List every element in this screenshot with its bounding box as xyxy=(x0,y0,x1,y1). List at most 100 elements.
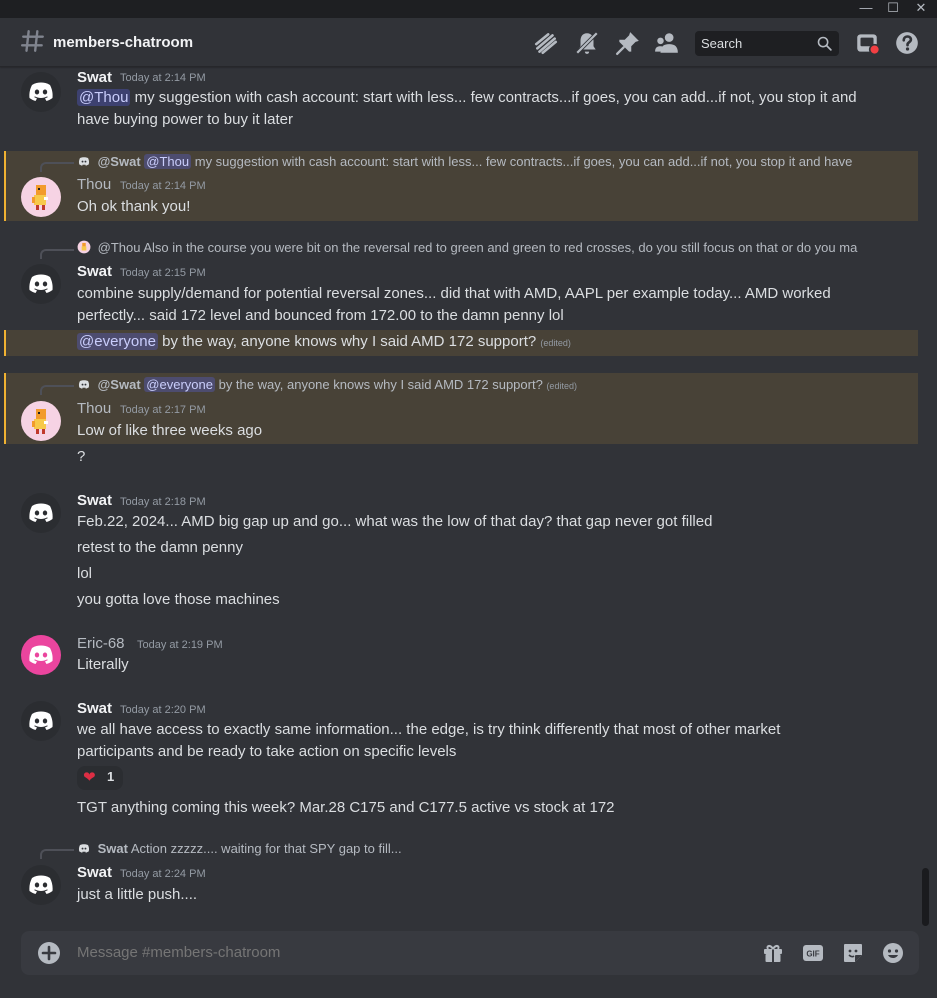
timestamp: Today at 2:24 PM xyxy=(120,868,206,880)
channel-hash-icon xyxy=(20,30,44,52)
message-text: Literally xyxy=(77,656,129,673)
timestamp: Today at 2:19 PM xyxy=(137,639,223,651)
message-text: just a little push.... xyxy=(77,886,198,903)
members-icon[interactable] xyxy=(654,30,680,56)
message-text: Oh ok thank you! xyxy=(77,198,191,215)
reply-mention[interactable]: @everyone xyxy=(144,377,215,392)
reply-mention[interactable]: @Thou xyxy=(144,154,192,169)
reply-author[interactable]: @Swat xyxy=(98,154,141,169)
window-titlebar: — ☐ ✕ xyxy=(0,0,937,18)
reply-text: by the way, anyone knows why I said AMD … xyxy=(218,377,543,392)
reply-spine xyxy=(40,849,74,859)
message-text: combine supply/demand for potential reve… xyxy=(77,285,831,302)
timestamp: Today at 2:14 PM xyxy=(120,180,206,192)
timestamp: Today at 2:18 PM xyxy=(120,496,206,508)
pin-icon[interactable] xyxy=(615,30,641,56)
reply-author[interactable]: @Thou xyxy=(98,240,141,255)
message-body: my suggestion with cash account: start w… xyxy=(134,89,857,106)
author-name[interactable]: Eric-68 xyxy=(77,635,125,652)
discord-logo-icon xyxy=(78,157,90,166)
avatar-swat[interactable] xyxy=(21,72,61,112)
reply-text: Also in the course you were bit on the r… xyxy=(143,240,858,255)
avatar-thou[interactable] xyxy=(21,401,61,441)
avatar-swat[interactable] xyxy=(21,701,61,741)
search-label: Search xyxy=(701,36,743,51)
author-name[interactable]: Swat xyxy=(77,69,112,86)
avatar-eric[interactable] xyxy=(21,635,61,675)
timestamp: Today at 2:17 PM xyxy=(120,404,206,416)
threads-icon[interactable] xyxy=(533,30,559,56)
message-text: retest to the damn penny xyxy=(77,539,243,556)
inbox-icon[interactable] xyxy=(854,30,880,56)
message-text: we all have access to exactly same infor… xyxy=(77,721,781,738)
help-icon[interactable] xyxy=(894,30,920,56)
author-name[interactable]: Swat xyxy=(77,700,112,717)
discord-logo-icon xyxy=(29,503,53,522)
edited-label: (edited) xyxy=(546,381,577,391)
discord-logo-icon xyxy=(29,82,53,101)
message-text: Low of like three weeks ago xyxy=(77,422,263,439)
search-icon xyxy=(817,36,832,51)
author-name[interactable]: Thou xyxy=(77,176,111,193)
discord-logo-icon xyxy=(29,274,53,293)
message-text: lol xyxy=(77,565,93,582)
reply-spine xyxy=(40,249,74,259)
avatar-swat[interactable] xyxy=(21,264,61,304)
scrollbar-thumb[interactable] xyxy=(922,868,929,926)
user-mention[interactable]: @Thou xyxy=(77,89,131,106)
message-text: you gotta love those machines xyxy=(77,591,280,608)
message-followup: @everyone by the way, anyone knows why I… xyxy=(77,331,877,354)
message-text-line2: perfectly... said 172 level and bounced … xyxy=(77,307,564,324)
reply-author[interactable]: Swat xyxy=(98,841,128,856)
reply-preview[interactable]: @Swat @everyone by the way, anyone knows… xyxy=(77,377,872,395)
reply-spine xyxy=(40,385,74,395)
reply-preview[interactable]: @Swat @Thou my suggestion with cash acco… xyxy=(77,154,872,172)
message-followup: ? xyxy=(77,448,86,465)
reaction-heart[interactable]: ❤ 1 xyxy=(77,766,123,790)
maximize-button[interactable]: ☐ xyxy=(882,0,904,18)
message-text-line2: have buying power to buy it later xyxy=(77,111,293,128)
sticker-icon[interactable] xyxy=(841,941,865,965)
message-followup: TGT anything coming this week? Mar.28 C1… xyxy=(77,799,615,816)
avatar-swat[interactable] xyxy=(21,865,61,905)
timestamp: Today at 2:15 PM xyxy=(120,267,206,279)
reply-preview[interactable]: @Thou Also in the course you were bit on… xyxy=(77,240,872,258)
timestamp: Today at 2:20 PM xyxy=(120,704,206,716)
message-body: by the way, anyone knows why I said AMD … xyxy=(162,333,537,350)
search-box[interactable]: Search xyxy=(695,31,839,56)
avatar-thou[interactable] xyxy=(21,177,61,217)
message-input[interactable] xyxy=(77,944,757,961)
notification-muted-icon[interactable] xyxy=(574,30,600,56)
channel-header: members-chatroom Search xyxy=(0,18,937,67)
discord-logo-icon xyxy=(29,711,53,730)
everyone-mention[interactable]: @everyone xyxy=(77,333,158,350)
message-text: @Thou my suggestion with cash account: s… xyxy=(77,87,877,109)
gift-icon[interactable] xyxy=(761,941,785,965)
minimize-button[interactable]: — xyxy=(855,0,877,18)
reply-author[interactable]: @Swat xyxy=(98,377,141,392)
reply-text: Action zzzzz.... waiting for that SPY ga… xyxy=(130,841,402,856)
author-name[interactable]: Swat xyxy=(77,263,112,280)
channel-name: members-chatroom xyxy=(53,34,194,51)
reply-text: my suggestion with cash account: start w… xyxy=(194,154,853,169)
author-name[interactable]: Thou xyxy=(77,400,111,417)
reply-preview[interactable]: Swat Action zzzzz.... waiting for that S… xyxy=(77,841,872,859)
discord-logo-icon xyxy=(29,645,53,664)
emoji-icon[interactable] xyxy=(881,941,905,965)
timestamp: Today at 2:14 PM xyxy=(120,72,206,84)
author-name[interactable]: Swat xyxy=(77,864,112,881)
discord-logo-icon xyxy=(78,380,90,389)
message-composer: GIF xyxy=(21,931,919,975)
gif-icon[interactable]: GIF xyxy=(801,941,825,965)
author-name[interactable]: Swat xyxy=(77,492,112,509)
message-text: Feb.22, 2024... AMD big gap up and go...… xyxy=(77,513,713,530)
discord-logo-icon xyxy=(78,844,90,853)
close-button[interactable]: ✕ xyxy=(910,0,932,18)
message-list: Swat Today at 2:14 PM @Thou my suggestio… xyxy=(0,68,920,926)
discord-logo-icon xyxy=(29,875,53,894)
add-attachment-icon[interactable] xyxy=(38,942,60,964)
pixel-character-avatar-icon xyxy=(77,240,91,254)
pixel-character-avatar-icon xyxy=(32,409,48,434)
avatar-swat[interactable] xyxy=(21,493,61,533)
svg-text:GIF: GIF xyxy=(806,950,819,959)
